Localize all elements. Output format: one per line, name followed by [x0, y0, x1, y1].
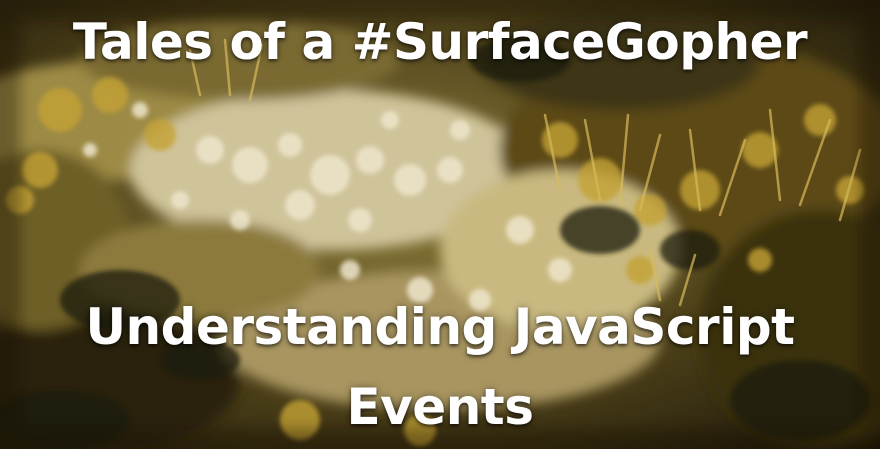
- post-title-line-1: Understanding JavaScript: [85, 298, 795, 356]
- blog-title: Tales of a #SurfaceGopher: [72, 13, 808, 71]
- blog-banner: Tales of a #SurfaceGopher Understanding …: [0, 0, 880, 449]
- post-title-line-2: Events: [346, 378, 534, 436]
